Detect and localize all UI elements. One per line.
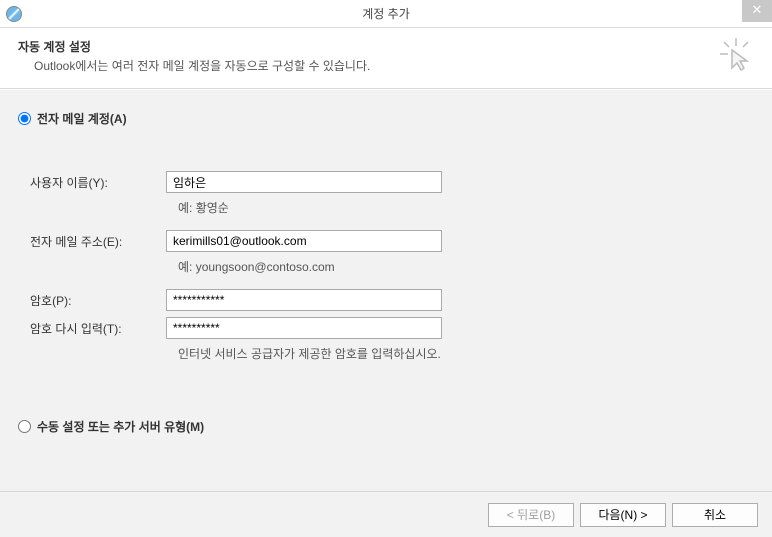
close-button[interactable]: ✕	[742, 0, 772, 22]
form-area: 사용자 이름(Y): 예: 황영순 전자 메일 주소(E): 예: youngs…	[30, 171, 754, 362]
email-account-label: 전자 메일 계정(A)	[37, 110, 127, 127]
footer: < 뒤로(B) 다음(N) > 취소	[0, 491, 772, 537]
password-confirm-label: 암호 다시 입력(T):	[30, 320, 166, 337]
header-panel: 자동 계정 설정 Outlook에서는 여러 전자 메일 계정을 자동으로 구성…	[0, 28, 772, 89]
password-hint: 인터넷 서비스 공급자가 제공한 암호를 입력하십시오.	[178, 345, 754, 362]
name-label: 사용자 이름(Y):	[30, 174, 166, 191]
password-row: 암호(P):	[30, 289, 754, 311]
email-account-option[interactable]: 전자 메일 계정(A)	[18, 110, 754, 127]
email-account-radio[interactable]	[18, 112, 31, 125]
email-hint: 예: youngsoon@contoso.com	[178, 258, 754, 275]
email-label: 전자 메일 주소(E):	[30, 233, 166, 250]
cancel-button[interactable]: 취소	[672, 503, 758, 527]
cursor-click-icon	[718, 36, 754, 72]
name-input[interactable]	[166, 171, 442, 193]
password-label: 암호(P):	[30, 292, 166, 309]
email-input[interactable]	[166, 230, 442, 252]
body-panel: 전자 메일 계정(A) 사용자 이름(Y): 예: 황영순 전자 메일 주소(E…	[0, 89, 772, 494]
name-row: 사용자 이름(Y):	[30, 171, 754, 193]
header-description: Outlook에서는 여러 전자 메일 계정을 자동으로 구성할 수 있습니다.	[34, 57, 754, 74]
manual-setup-label: 수동 설정 또는 추가 서버 유형(M)	[37, 418, 204, 435]
header-title: 자동 계정 설정	[18, 38, 754, 55]
email-row: 전자 메일 주소(E):	[30, 230, 754, 252]
window-title: 계정 추가	[362, 5, 410, 22]
password-input[interactable]	[166, 289, 442, 311]
manual-setup-option[interactable]: 수동 설정 또는 추가 서버 유형(M)	[18, 418, 754, 435]
manual-setup-radio[interactable]	[18, 420, 31, 433]
next-button[interactable]: 다음(N) >	[580, 503, 666, 527]
password-confirm-input[interactable]	[166, 317, 442, 339]
back-button[interactable]: < 뒤로(B)	[488, 503, 574, 527]
name-hint: 예: 황영순	[178, 199, 754, 216]
app-icon	[6, 6, 22, 22]
close-icon: ✕	[752, 2, 763, 17]
titlebar: 계정 추가 ✕	[0, 0, 772, 28]
password-confirm-row: 암호 다시 입력(T):	[30, 317, 754, 339]
